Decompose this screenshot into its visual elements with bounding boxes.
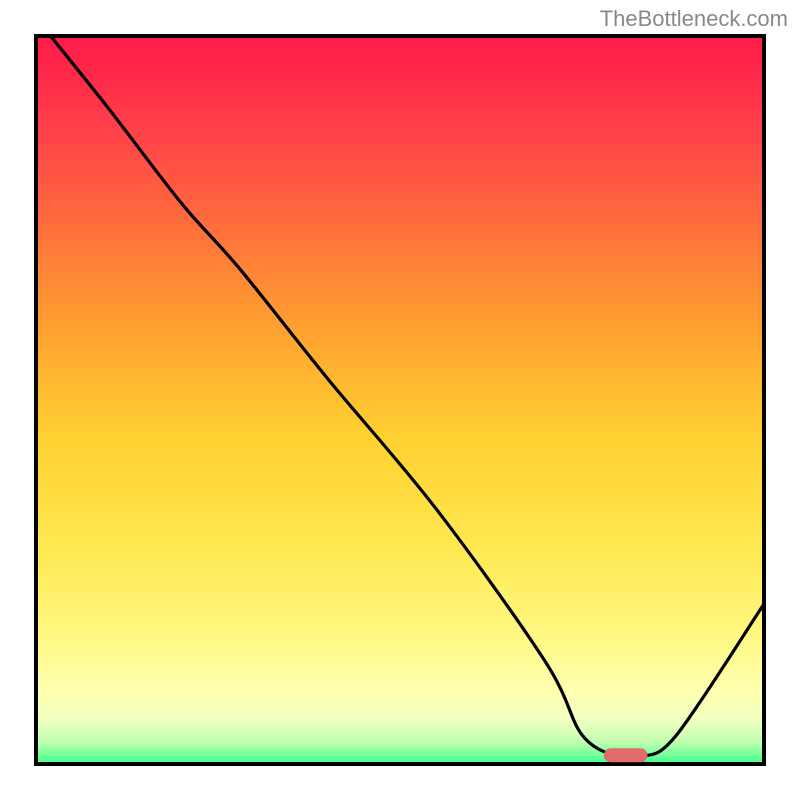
- watermark-text: TheBottleneck.com: [600, 6, 788, 32]
- plot-background: [36, 36, 764, 764]
- marker-indicator: [604, 748, 648, 762]
- chart-svg: [0, 0, 800, 800]
